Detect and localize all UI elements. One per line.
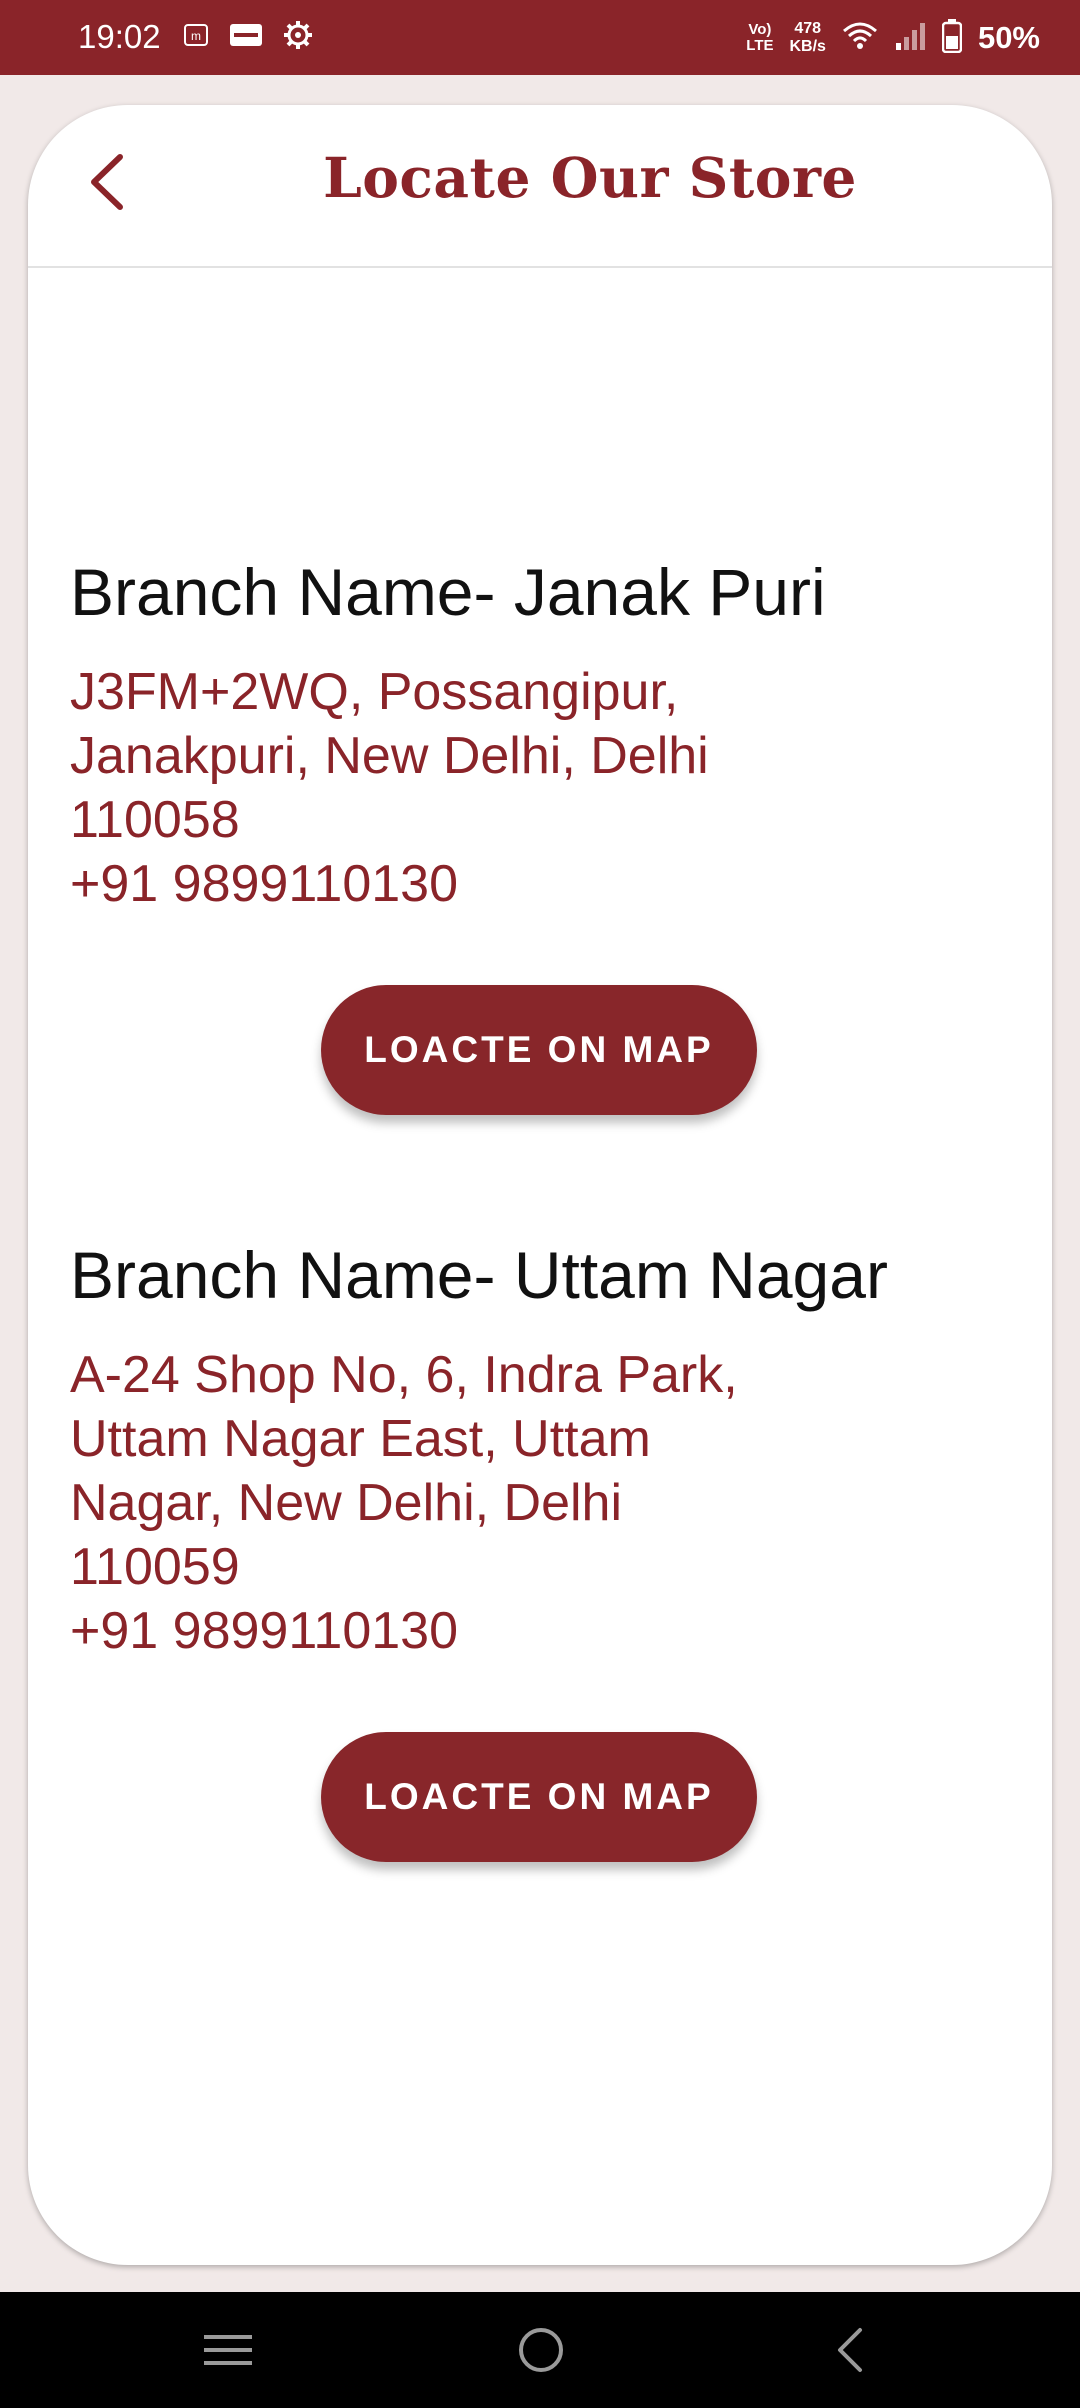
header: Locate Our Store — [28, 105, 1052, 268]
branch-address: J3FM+2WQ, Possangipur, Janakpuri, New De… — [70, 660, 1010, 852]
recent-apps-button[interactable] — [193, 2320, 263, 2380]
status-bar: 19:02 m Vo) LTE 478 KB/s 50% — [0, 0, 1080, 75]
address-line: A-24 Shop No, 6, Indra Park, — [70, 1346, 738, 1404]
branch-name: Branch Name- Uttam Nagar — [70, 1238, 888, 1312]
branch-phone: +91 9899110130 — [70, 1602, 458, 1660]
zomato-notification-icon — [229, 22, 263, 53]
speed-unit: KB/s — [789, 38, 826, 55]
system-navigation-bar — [0, 2292, 1080, 2408]
svg-text:m: m — [191, 29, 201, 43]
page-title: Locate Our Store — [323, 145, 857, 210]
volte-bottom: LTE — [746, 37, 774, 54]
locate-on-map-button-uttam-nagar[interactable]: LOACTE ON MAP — [321, 1732, 757, 1862]
status-time: 19:02 — [78, 18, 161, 55]
branch-uttam-nagar: Branch Name- Uttam Nagar A-24 Shop No, 6… — [70, 1235, 1010, 1663]
back-icon — [838, 2328, 862, 2372]
system-back-button[interactable] — [815, 2320, 885, 2380]
address-line: Janakpuri, New Delhi, Delhi — [70, 727, 709, 785]
network-speed: 478 KB/s — [790, 20, 826, 56]
locate-on-map-button-janak-puri[interactable]: LOACTE ON MAP — [321, 985, 757, 1115]
back-button[interactable] — [76, 147, 136, 217]
address-line: J3FM+2WQ, Possangipur, — [70, 663, 679, 721]
battery-icon — [941, 18, 963, 58]
notification-icons: m — [183, 20, 313, 55]
branch-janak-puri: Branch Name- Janak Puri J3FM+2WQ, Possan… — [70, 552, 1010, 916]
store-locator-card: Locate Our Store Branch Name- Janak Puri… — [28, 105, 1052, 2265]
volte-indicator: Vo) LTE — [746, 22, 773, 54]
chevron-left-icon — [91, 154, 123, 210]
branch-address: A-24 Shop No, 6, Indra Park, Uttam Nagar… — [70, 1343, 1010, 1599]
home-button[interactable] — [506, 2320, 576, 2380]
branch-phone: +91 9899110130 — [70, 855, 458, 913]
battery-percentage: 50% — [977, 20, 1040, 55]
home-icon — [519, 2328, 563, 2372]
menu-icon — [204, 2335, 252, 2365]
settings-gear-icon — [283, 20, 313, 55]
volte-top: Vo) — [748, 21, 772, 38]
address-line: Nagar, New Delhi, Delhi — [70, 1474, 623, 1532]
m-app-notification-icon: m — [183, 22, 209, 53]
speed-value: 478 — [794, 20, 822, 37]
system-status: Vo) LTE 478 KB/s 50% — [746, 14, 1040, 62]
address-line: 110058 — [70, 791, 240, 849]
address-line: 110059 — [70, 1538, 240, 1596]
wifi-icon — [842, 21, 878, 56]
signal-icon — [894, 21, 926, 56]
branch-name: Branch Name- Janak Puri — [70, 555, 826, 629]
address-line: Uttam Nagar East, Uttam — [70, 1410, 651, 1468]
